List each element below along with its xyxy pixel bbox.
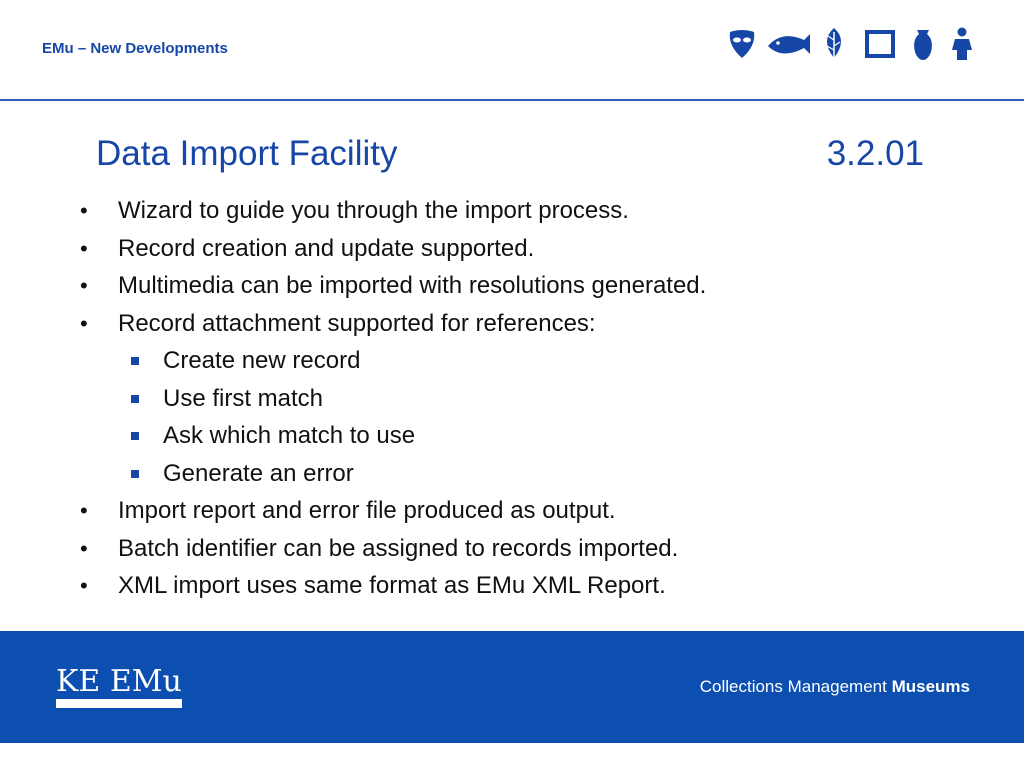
list-item: • Record creation and update supported.	[0, 230, 1024, 268]
footer-band: KE EMu Collections Management Museums	[0, 631, 1024, 743]
figure-icon	[952, 27, 972, 60]
square-bullet-marker	[131, 394, 139, 403]
ke-emu-logo: KE EMu	[56, 665, 182, 709]
list-item: • XML import uses same format as EMu XML…	[0, 567, 1024, 605]
bullet-text: Multimedia can be imported with resoluti…	[118, 272, 707, 299]
bullet-marker: •	[80, 535, 88, 561]
icon-strip	[729, 27, 972, 62]
vase-icon	[914, 30, 932, 60]
bullet-text: XML import uses same format as EMu XML R…	[118, 572, 666, 599]
bullet-marker: •	[80, 235, 88, 261]
list-item: • Wizard to guide you through the import…	[0, 192, 1024, 230]
square-bullet-marker	[131, 469, 139, 478]
fish-icon	[768, 34, 810, 54]
square-bullet-marker	[131, 432, 139, 440]
bullet-marker: •	[80, 198, 88, 223]
bullet-marker: •	[80, 273, 88, 298]
slide-title-text: Data Import Facility	[96, 134, 398, 173]
bullet-marker: •	[80, 498, 88, 523]
sub-list-item: Ask which match to use	[0, 417, 1024, 455]
bullet-text: Wizard to guide you through the import p…	[118, 197, 629, 224]
sub-bullet-text: Ask which match to use	[163, 422, 416, 449]
sub-list-item: Use first match	[0, 380, 1024, 418]
header-title: EMu – New Developments	[42, 40, 228, 57]
sub-bullet-text: Create new record	[163, 347, 361, 374]
bullet-marker: •	[80, 573, 88, 598]
header-divider	[0, 99, 1024, 101]
sub-list-item: Create new record	[0, 342, 1024, 380]
sub-bullet-text: Use first match	[163, 384, 324, 412]
tagline-bold: Museums	[891, 677, 970, 696]
bullet-list: • Wizard to guide you through the import…	[0, 192, 1024, 605]
bullet-text: Import report and error file produced as…	[118, 497, 616, 524]
list-item: • Multimedia can be imported with resolu…	[0, 267, 1024, 305]
sub-bullet-text: Generate an error	[163, 459, 354, 487]
list-item: • Record attachment supported for refere…	[0, 305, 1024, 343]
mask-icon	[729, 30, 755, 58]
sub-list-item: Generate an error	[0, 455, 1024, 493]
slide-title: Data Import Facility 3.2.01	[96, 134, 928, 184]
leaf-icon	[826, 28, 841, 62]
list-item: • Import report and error file produced …	[0, 492, 1024, 530]
frame-icon	[865, 30, 895, 58]
list-item: • Batch identifier can be assigned to re…	[0, 530, 1024, 568]
bullet-text: Record creation and update supported.	[118, 234, 535, 262]
footer-tagline: Collections Management Museums	[700, 677, 970, 697]
bullet-text: Record attachment supported for referenc…	[118, 309, 596, 337]
bullet-text: Batch identifier can be assigned to reco…	[118, 534, 679, 562]
logo-text: KE EMu	[56, 664, 182, 699]
section-number: 3.2.01	[826, 134, 924, 173]
logo-subtext-bar	[56, 699, 182, 708]
bullet-marker: •	[80, 310, 88, 336]
square-bullet-marker	[131, 357, 139, 365]
tagline-regular: Collections Management	[699, 677, 887, 696]
